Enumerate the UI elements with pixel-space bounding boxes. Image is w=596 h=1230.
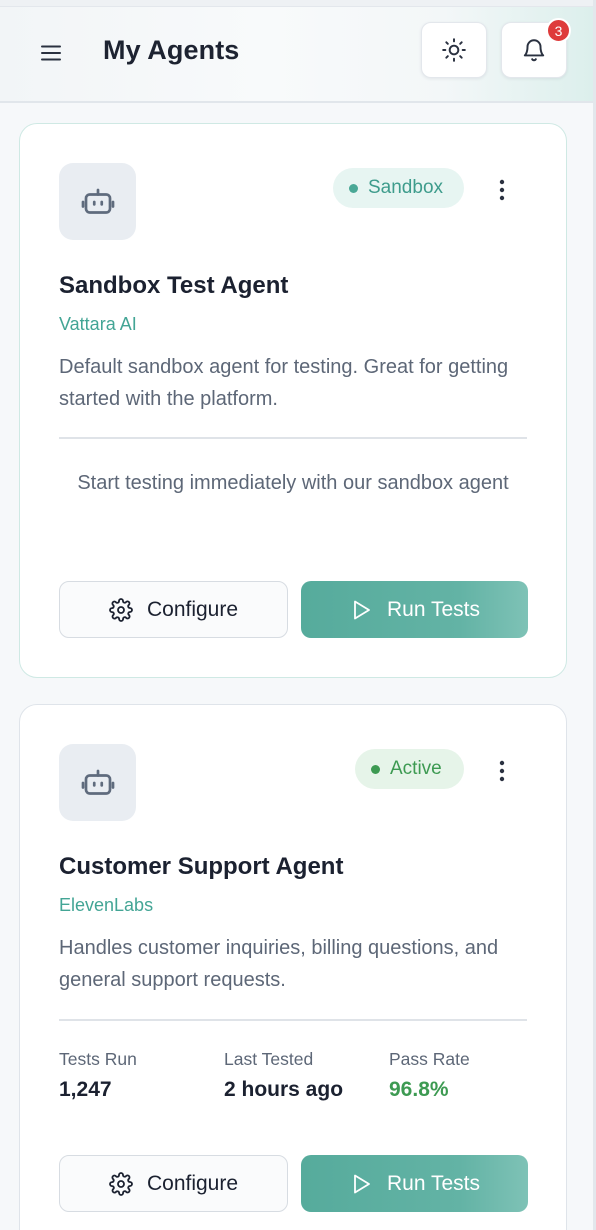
- play-icon: [354, 1174, 370, 1193]
- stat-value: 1,247: [59, 1078, 112, 1101]
- stat-value: 2 hours ago: [224, 1078, 344, 1101]
- run-tests-button[interactable]: Run Tests: [301, 581, 528, 638]
- more-vertical-icon: [499, 760, 505, 782]
- agent-provider: Vattara AI: [59, 314, 137, 334]
- divider: [59, 437, 527, 439]
- stat-label: Last Tested: [224, 1049, 314, 1069]
- stat-value: 96.8%: [389, 1078, 449, 1101]
- sun-icon: [442, 38, 466, 62]
- status-dot: [371, 764, 380, 774]
- gear-icon: [109, 597, 133, 622]
- more-options-button[interactable]: [486, 755, 518, 787]
- agent-provider: ElevenLabs: [59, 895, 154, 915]
- bell-icon: [523, 39, 545, 62]
- bot-icon: [81, 188, 114, 214]
- top-border: [0, 0, 596, 7]
- agent-description: Default sandbox agent for testing. Great…: [59, 356, 509, 410]
- agent-description: Handles customer inquiries, billing ques…: [59, 937, 499, 991]
- agent-name: Customer Support Agent: [59, 853, 344, 880]
- agent-avatar: [59, 163, 136, 240]
- status-label: Sandbox: [368, 177, 444, 198]
- run-tests-label: Run Tests: [387, 1171, 480, 1195]
- gear-icon: [109, 1171, 133, 1196]
- status-badge: Active: [355, 749, 464, 789]
- agent-card-sandbox: Sandbox Sandbox Test Agent Vattara AI De…: [19, 123, 567, 678]
- bot-icon: [81, 769, 114, 795]
- play-icon: [354, 600, 370, 619]
- agent-name: Sandbox Test Agent: [59, 272, 289, 299]
- stat-label: Tests Run: [59, 1049, 137, 1069]
- run-tests-button[interactable]: Run Tests: [301, 1155, 528, 1212]
- more-options-button[interactable]: [486, 174, 518, 206]
- status-badge: Sandbox: [333, 168, 464, 208]
- configure-label: Configure: [146, 1171, 239, 1195]
- theme-toggle-button[interactable]: [421, 22, 487, 78]
- hamburger-menu-icon: [41, 45, 61, 61]
- agent-stats: Tests Run 1,247 Last Tested 2 hours ago …: [59, 1049, 527, 1109]
- stat-pass-rate: Pass Rate 96.8%: [389, 1049, 470, 1102]
- app-header: My Agents: [0, 7, 593, 103]
- divider: [59, 1019, 527, 1021]
- stat-tests-run: Tests Run 1,247: [59, 1049, 137, 1102]
- configure-button[interactable]: Configure: [59, 1155, 288, 1212]
- stat-last-tested: Last Tested 2 hours ago: [224, 1049, 343, 1102]
- agent-avatar: [59, 744, 136, 821]
- notification-count-badge: 3: [546, 18, 571, 43]
- sandbox-hint: Start testing immediately with our sandb…: [77, 472, 509, 494]
- configure-button[interactable]: Configure: [59, 581, 288, 638]
- run-tests-label: Run Tests: [387, 597, 480, 621]
- status-label: Active: [390, 758, 442, 779]
- configure-label: Configure: [146, 597, 239, 621]
- agent-card-customer-support: Active Customer Support Agent ElevenLabs…: [19, 704, 567, 1230]
- menu-button[interactable]: [30, 33, 72, 73]
- page-title: My Agents: [103, 35, 240, 65]
- status-dot: [349, 183, 358, 193]
- stat-label: Pass Rate: [389, 1049, 470, 1069]
- more-vertical-icon: [499, 179, 505, 201]
